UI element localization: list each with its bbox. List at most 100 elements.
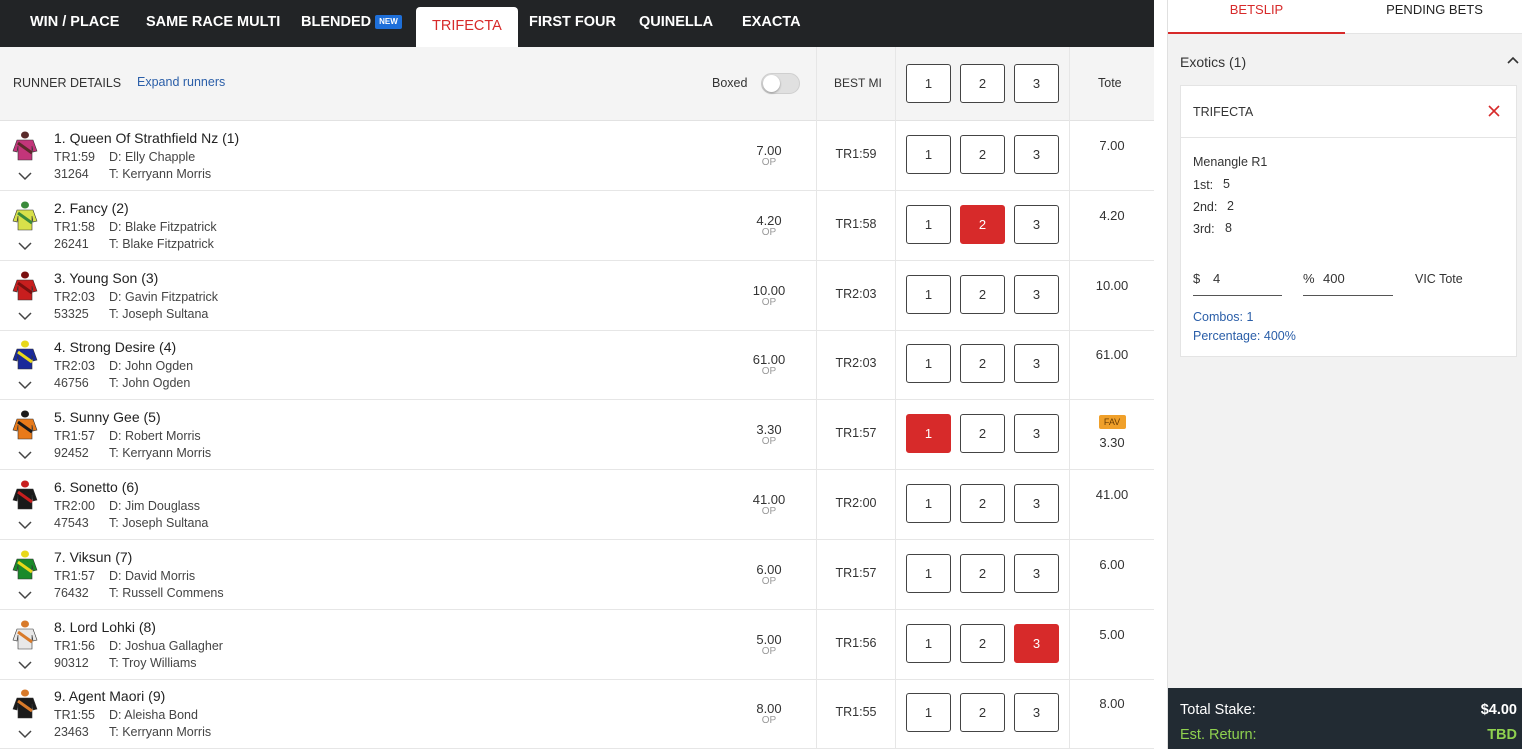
runner-form: 47543 (54, 516, 89, 530)
runner-name: 2. Fancy (2) (54, 200, 129, 216)
tab-first-four[interactable]: FIRST FOUR (529, 0, 616, 47)
select-2nd-button[interactable]: 2 (960, 484, 1005, 523)
tab-quinella[interactable]: QUINELLA (639, 0, 713, 47)
runner-time: TR1:58 (54, 220, 95, 234)
runner-best-mi: TR1:57 (835, 566, 877, 580)
runner-time: TR2:00 (54, 499, 95, 513)
runner-odds[interactable]: 7.00 OP (739, 143, 799, 168)
runner-driver: D: John Ogden (109, 359, 194, 373)
leg-label: 3rd: (1193, 222, 1215, 236)
select-1st-button[interactable]: 1 (906, 275, 951, 314)
runner-odds[interactable]: 8.00 OP (739, 701, 799, 726)
select-1st-button[interactable]: 1 (906, 484, 951, 523)
tote-value: 5.00 (1099, 627, 1125, 642)
runner-trainer: T: Kerryann Morris (109, 446, 212, 460)
runner-row: 9. Agent Maori (9) TR1:55 D: Aleisha Bond 2… (0, 679, 1154, 749)
percentage-input[interactable]: % 400 (1303, 266, 1393, 296)
runner-odds[interactable]: 10.00 OP (739, 283, 799, 308)
select-1st-button[interactable]: 1 (906, 344, 951, 383)
leg-value: 8 (1225, 221, 1232, 235)
select-3rd-button[interactable]: 3 (1014, 205, 1059, 244)
select-1st-button[interactable]: 1 (906, 205, 951, 244)
runner-odds[interactable]: 6.00 OP (739, 562, 799, 587)
runner-form: 76432 (54, 586, 89, 600)
chevron-down-icon[interactable] (17, 729, 33, 739)
select-2nd-button[interactable]: 2 (960, 414, 1005, 453)
chevron-down-icon[interactable] (17, 520, 33, 530)
odds-value: 61.00 (752, 352, 786, 367)
tab-trifecta[interactable]: TRIFECTA (416, 7, 518, 47)
select-3rd-button[interactable]: 3 (1014, 414, 1059, 453)
dollar-symbol: $ (1193, 271, 1201, 286)
tab-win-place[interactable]: WIN / PLACE (30, 0, 119, 47)
select-2nd-button[interactable]: 2 (960, 205, 1005, 244)
chevron-down-icon[interactable] (17, 311, 33, 321)
select-3rd-button[interactable]: 3 (1014, 554, 1059, 593)
expand-runners-link[interactable]: Expand runners (137, 75, 225, 89)
select-3rd-button[interactable]: 3 (1014, 344, 1059, 383)
chevron-up-icon[interactable] (1507, 56, 1519, 64)
select-2nd-button[interactable]: 2 (960, 135, 1005, 174)
select-2nd-button[interactable]: 2 (960, 275, 1005, 314)
runner-tote: 7.00 (1070, 138, 1154, 153)
jockey-silk-icon (12, 131, 38, 161)
select-1st-button[interactable]: 1 (906, 693, 951, 732)
bet-type-label: TRIFECTA (1193, 105, 1254, 119)
runner-driver: D: Joshua Gallagher (109, 639, 223, 653)
runner-odds[interactable]: 61.00 OP (739, 352, 799, 377)
position-1-all-button[interactable]: 1 (906, 64, 951, 103)
chevron-down-icon[interactable] (17, 380, 33, 390)
close-icon[interactable] (1488, 105, 1500, 117)
runner-form: 90312 (54, 656, 89, 670)
select-1st-button[interactable]: 1 (906, 135, 951, 174)
select-1st-button[interactable]: 1 (906, 414, 951, 453)
runner-trainer: T: Troy Williams (109, 656, 197, 670)
select-2nd-button[interactable]: 2 (960, 554, 1005, 593)
stake-input[interactable]: $ 4 (1193, 266, 1282, 296)
select-2nd-button[interactable]: 2 (960, 624, 1005, 663)
select-3rd-button[interactable]: 3 (1014, 275, 1059, 314)
select-2nd-button[interactable]: 2 (960, 693, 1005, 732)
runner-driver: D: Robert Morris (109, 429, 201, 443)
select-1st-button[interactable]: 1 (906, 624, 951, 663)
runner-form: 92452 (54, 446, 89, 460)
chevron-down-icon[interactable] (17, 590, 33, 600)
jockey-silk-icon (12, 201, 38, 231)
runner-odds[interactable]: 41.00 OP (739, 492, 799, 517)
select-2nd-button[interactable]: 2 (960, 344, 1005, 383)
select-3rd-button[interactable]: 3 (1014, 484, 1059, 523)
tote-value: 7.00 (1099, 138, 1125, 153)
tab-same-race-multi[interactable]: SAME RACE MULTI (146, 0, 280, 47)
select-3rd-button[interactable]: 3 (1014, 624, 1059, 663)
exotics-section-title[interactable]: Exotics (1) (1180, 54, 1246, 70)
boxed-toggle[interactable] (761, 73, 800, 94)
position-2-all-button[interactable]: 2 (960, 64, 1005, 103)
position-3-all-button[interactable]: 3 (1014, 64, 1059, 103)
jockey-silk-icon (12, 410, 38, 440)
runner-odds[interactable]: 4.20 OP (739, 213, 799, 238)
chevron-down-icon[interactable] (17, 241, 33, 251)
odds-value: 10.00 (752, 283, 786, 298)
race-name: Menangle R1 (1193, 155, 1268, 169)
select-1st-button[interactable]: 1 (906, 554, 951, 593)
new-badge: NEW (375, 15, 402, 29)
tab-betslip[interactable]: BETSLIP (1168, 0, 1345, 34)
tab-exacta[interactable]: EXACTA (742, 0, 801, 47)
tab-blended[interactable]: BLENDED NEW (301, 0, 402, 47)
runner-odds[interactable]: 3.30 OP (739, 422, 799, 447)
select-3rd-button[interactable]: 3 (1014, 135, 1059, 174)
chevron-down-icon[interactable] (17, 660, 33, 670)
runner-odds[interactable]: 5.00 OP (739, 632, 799, 657)
runner-trainer: T: Joseph Sultana (109, 307, 209, 321)
leg-label: 2nd: (1193, 200, 1218, 214)
runner-time: TR1:57 (54, 569, 95, 583)
tab-pending-bets[interactable]: PENDING BETS (1346, 0, 1522, 34)
chevron-down-icon[interactable] (17, 171, 33, 181)
runner-form: 23463 (54, 725, 89, 739)
jockey-silk-icon (12, 620, 38, 650)
chevron-down-icon[interactable] (17, 450, 33, 460)
runner-tote: 8.00 (1070, 696, 1154, 711)
select-3rd-button[interactable]: 3 (1014, 693, 1059, 732)
odds-value: 5.00 (756, 632, 782, 647)
runner-form: 46756 (54, 376, 89, 390)
